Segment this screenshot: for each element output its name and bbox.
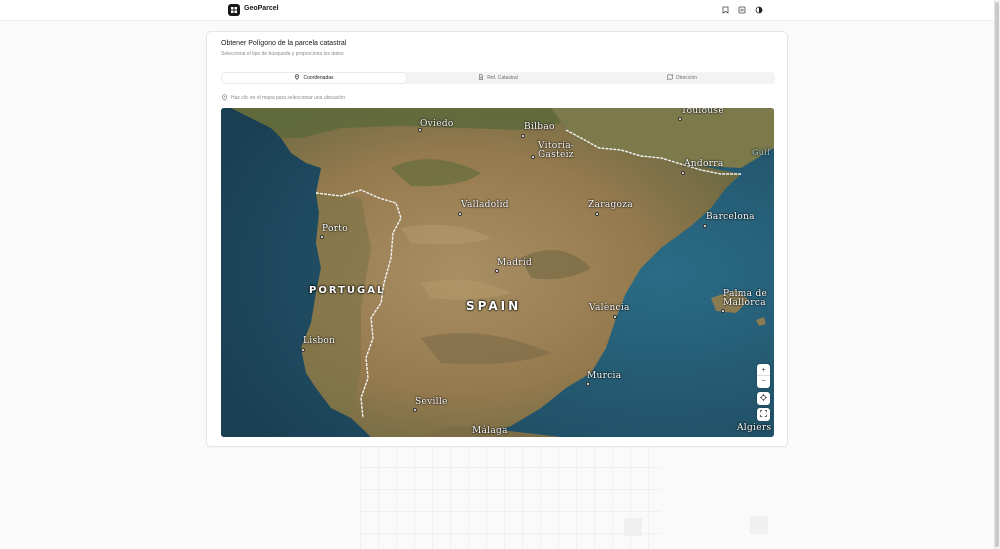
city-label: Barcelona [706,212,755,222]
country-label: SPAIN [466,299,522,313]
background-grid [360,445,660,549]
tab-label: Dirección [676,75,697,81]
city-marker [531,155,535,159]
city-label: Madrid [497,258,533,268]
city-marker [703,224,707,228]
city-marker [495,269,499,273]
locate-button[interactable] [757,392,770,405]
map-pin-icon [294,74,300,82]
city-marker [413,408,417,412]
tab-label: Coordenadas [303,75,334,81]
city-label: Valladolid [461,200,509,210]
brand-name[interactable]: GeoParcel [244,5,279,12]
city-label: Málaga [472,426,508,436]
country-label: PORTUGAL [309,285,386,296]
city-label: Murcia [587,371,622,381]
city-label: Toulouse [681,108,724,116]
city-marker [681,171,685,175]
city-marker [301,348,305,352]
city-label: Bilbao [524,122,555,132]
zoom-controls: + − [757,364,770,388]
map-hint-text: Haz clic en el mapa para seleccionar una… [231,95,345,101]
city-marker [458,212,462,216]
scrollbar-thumb[interactable] [995,2,999,547]
map-icon [667,74,673,82]
city-marker [586,382,590,386]
city-label: Algiers [737,423,772,433]
tab-direccion[interactable]: Dirección [590,73,774,83]
city-label: Andorra [684,159,724,169]
city-marker [721,309,725,313]
map-pin-icon [221,93,228,103]
tab-label: Ref. Catastral [487,75,518,81]
map-hint: Haz clic en el mapa para seleccionar una… [221,93,345,103]
city-label: Gulf [752,148,771,157]
city-marker [595,212,599,216]
city-marker [613,315,617,319]
zoom-out-button[interactable]: − [757,376,770,387]
city-label: Zaragoza [588,200,633,210]
theme-toggle-icon[interactable] [754,5,764,15]
city-label: Gasteiz [538,150,574,160]
city-label: Oviedo [420,119,454,129]
fullscreen-icon [760,410,767,419]
locate-icon [760,394,767,403]
city-marker [521,134,525,138]
fullscreen-button[interactable] [757,408,770,421]
city-label: Mallorca [723,298,766,308]
list-icon[interactable] [737,5,747,15]
card-title: Obtener Polígono de la parcela catastral [221,40,347,47]
city-label: València [589,303,630,313]
city-marker [320,235,324,239]
bookmark-icon[interactable] [720,5,730,15]
tab-ref-catastral[interactable]: Ref. Catastral [406,73,590,83]
zoom-in-button[interactable]: + [757,365,770,376]
tab-coordenadas[interactable]: Coordenadas [222,73,406,83]
logo-icon[interactable] [228,4,240,16]
search-type-tabs: Coordenadas Ref. Catastral Dirección [221,72,775,84]
background-block [750,516,768,534]
document-icon [478,74,484,82]
top-bar: GeoParcel [0,0,994,21]
city-label: Seville [415,397,448,407]
city-label: Lisbon [303,336,336,346]
satellite-map[interactable]: Toulouse Oviedo Bilbao Vitoria- Gasteiz … [221,108,774,437]
page-scrollbar[interactable] [994,0,1000,549]
parcel-search-card: Obtener Polígono de la parcela catastral… [206,31,788,447]
city-marker [678,117,682,121]
card-subtitle: Selecciona el tipo de búsqueda y proporc… [221,51,344,57]
city-label: Porto [322,224,348,234]
background-block [624,518,642,536]
